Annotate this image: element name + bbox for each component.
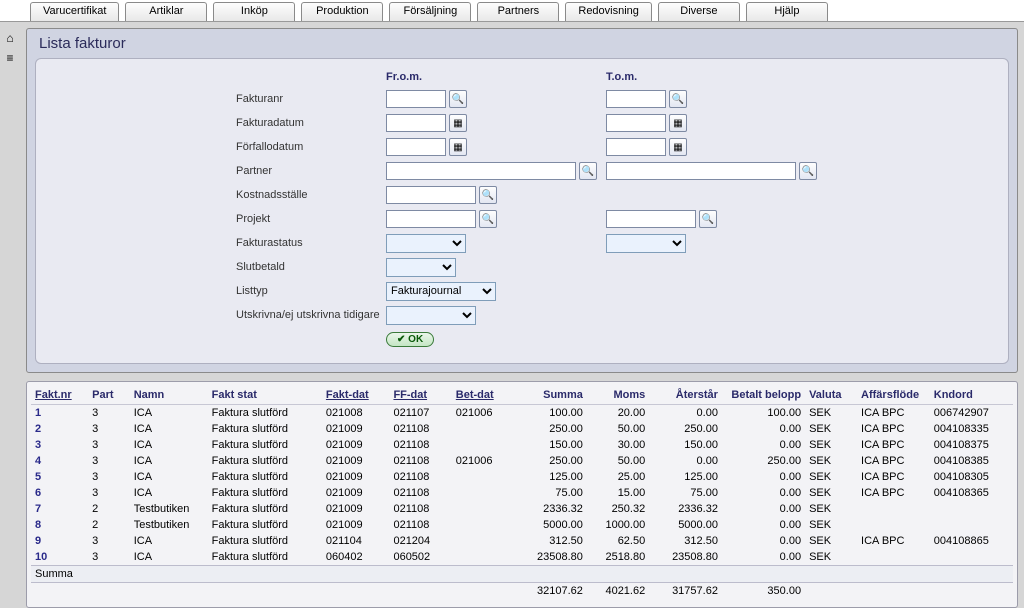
label-fakturadatum: Fakturadatum <box>236 117 386 129</box>
lookup-icon[interactable]: 🔍 <box>669 90 687 108</box>
label-fakturanr: Fakturanr <box>236 93 386 105</box>
slutbetald-select[interactable] <box>386 258 456 277</box>
lookup-icon[interactable]: 🔍 <box>699 210 717 228</box>
lookup-icon[interactable]: 🔍 <box>579 162 597 180</box>
lookup-icon[interactable]: 🔍 <box>799 162 817 180</box>
tab-hjälp[interactable]: Hjälp <box>746 2 828 21</box>
summa-label-row: Summa <box>31 566 1013 583</box>
col-kndord: Kndord <box>930 386 1013 405</box>
faktnr-link[interactable]: 10 <box>31 549 88 566</box>
col-faktdat[interactable]: Fakt-dat <box>322 386 390 405</box>
col-faktnr[interactable]: Fakt.nr <box>31 386 88 405</box>
label-kostnadsstalle: Kostnadsställe <box>236 189 386 201</box>
tab-försäljning[interactable]: Försäljning <box>389 2 471 21</box>
tab-varucertifikat[interactable]: Varucertifikat <box>30 2 119 21</box>
table-row: 13ICAFaktura slutförd0210080211070210061… <box>31 405 1013 422</box>
total-aterstar: 31757.62 <box>649 583 722 600</box>
projekt-from-input[interactable] <box>386 210 476 228</box>
tab-artiklar[interactable]: Artiklar <box>125 2 207 21</box>
calendar-icon[interactable]: ▦ <box>669 114 687 132</box>
fakturadatum-to-input[interactable] <box>606 114 666 132</box>
lookup-icon[interactable]: 🔍 <box>479 186 497 204</box>
tab-inköp[interactable]: Inköp <box>213 2 295 21</box>
tab-produktion[interactable]: Produktion <box>301 2 383 21</box>
col-moms: Moms <box>587 386 649 405</box>
tab-diverse[interactable]: Diverse <box>658 2 740 21</box>
faktnr-link[interactable]: 6 <box>31 485 88 501</box>
faktnr-link[interactable]: 1 <box>31 405 88 422</box>
listtyp-select[interactable]: Fakturajournal <box>386 282 496 301</box>
home-icon[interactable]: ⌂ <box>2 30 18 46</box>
fakturastatus-to-select[interactable] <box>606 234 686 253</box>
label-fakturastatus: Fakturastatus <box>236 237 386 249</box>
table-row: 33ICAFaktura slutförd021009021108150.003… <box>31 437 1013 453</box>
faktnr-link[interactable]: 2 <box>31 421 88 437</box>
table-row: 103ICAFaktura slutförd06040206050223508.… <box>31 549 1013 566</box>
faktnr-link[interactable]: 5 <box>31 469 88 485</box>
lookup-icon[interactable]: 🔍 <box>479 210 497 228</box>
table-row: 82TestbutikenFaktura slutförd02100902110… <box>31 517 1013 533</box>
lookup-icon[interactable]: 🔍 <box>449 90 467 108</box>
col-affarsflode: Affärsflöde <box>857 386 930 405</box>
table-row: 23ICAFaktura slutförd021009021108250.005… <box>31 421 1013 437</box>
faktnr-link[interactable]: 3 <box>31 437 88 453</box>
page-title: Lista fakturor <box>35 33 1009 58</box>
table-row: 72TestbutikenFaktura slutförd02100902110… <box>31 501 1013 517</box>
totals-row: 32107.62 4021.62 31757.62 350.00 <box>31 583 1013 600</box>
col-betdat[interactable]: Bet-dat <box>452 386 514 405</box>
tab-partners[interactable]: Partners <box>477 2 559 21</box>
col-valuta: Valuta <box>805 386 857 405</box>
filter-panel: Lista fakturor Fr.o.m. T.o.m. Fakturanr … <box>26 28 1018 373</box>
calendar-icon[interactable]: ▦ <box>449 138 467 156</box>
table-row: 43ICAFaktura slutförd0210090211080210062… <box>31 453 1013 469</box>
main-tabs: Varucertifikat Artiklar Inköp Produktion För… <box>0 0 1024 22</box>
ok-button[interactable]: ✔ OK <box>386 332 434 347</box>
calendar-icon[interactable]: ▦ <box>449 114 467 132</box>
faktnr-link[interactable]: 8 <box>31 517 88 533</box>
side-toolbar: ⌂ ≡ <box>2 30 22 66</box>
table-header-row: Fakt.nr Part Namn Fakt stat Fakt-dat FF-… <box>31 386 1013 405</box>
fakturanr-to-input[interactable] <box>606 90 666 108</box>
partner-from-input[interactable] <box>386 162 576 180</box>
table-row: 63ICAFaktura slutförd02100902110875.0015… <box>31 485 1013 501</box>
partner-to-input[interactable] <box>606 162 796 180</box>
col-ffdat[interactable]: FF-dat <box>389 386 451 405</box>
fakturastatus-from-select[interactable] <box>386 234 466 253</box>
forfallodatum-from-input[interactable] <box>386 138 446 156</box>
total-summa: 32107.62 <box>514 583 587 600</box>
results-grid: Fakt.nr Part Namn Fakt stat Fakt-dat FF-… <box>26 381 1018 608</box>
table-row: 53ICAFaktura slutförd021009021108125.002… <box>31 469 1013 485</box>
projekt-to-input[interactable] <box>606 210 696 228</box>
label-forfallodatum: Förfallodatum <box>236 141 386 153</box>
column-label-from: Fr.o.m. <box>386 71 606 87</box>
table-row: 93ICAFaktura slutförd021104021204312.506… <box>31 533 1013 549</box>
calendar-icon[interactable]: ▦ <box>669 138 687 156</box>
forfallodatum-to-input[interactable] <box>606 138 666 156</box>
list-icon[interactable]: ≡ <box>2 50 18 66</box>
fakturadatum-from-input[interactable] <box>386 114 446 132</box>
col-faktstat: Fakt stat <box>208 386 322 405</box>
total-moms: 4021.62 <box>587 583 649 600</box>
faktnr-link[interactable]: 7 <box>31 501 88 517</box>
col-part: Part <box>88 386 130 405</box>
kostnadsstalle-input[interactable] <box>386 186 476 204</box>
col-namn: Namn <box>130 386 208 405</box>
filter-frame: Fr.o.m. T.o.m. Fakturanr 🔍 🔍 Fakturadatu… <box>35 58 1009 364</box>
column-label-to: T.o.m. <box>606 71 637 87</box>
col-betaltbelopp: Betalt belopp <box>722 386 805 405</box>
label-utskrivna: Utskrivna/ej utskrivna tidigare <box>236 309 386 321</box>
col-summa: Summa <box>514 386 587 405</box>
faktnr-link[interactable]: 9 <box>31 533 88 549</box>
tab-redovisning[interactable]: Redovisning <box>565 2 652 21</box>
col-aterstar: Återstår <box>649 386 722 405</box>
fakturanr-from-input[interactable] <box>386 90 446 108</box>
label-projekt: Projekt <box>236 213 386 225</box>
label-slutbetald: Slutbetald <box>236 261 386 273</box>
total-betaltbelopp: 350.00 <box>722 583 805 600</box>
faktnr-link[interactable]: 4 <box>31 453 88 469</box>
summa-label: Summa <box>31 566 1013 583</box>
utskrivna-select[interactable] <box>386 306 476 325</box>
label-partner: Partner <box>236 165 386 177</box>
label-listtyp: Listtyp <box>236 285 386 297</box>
